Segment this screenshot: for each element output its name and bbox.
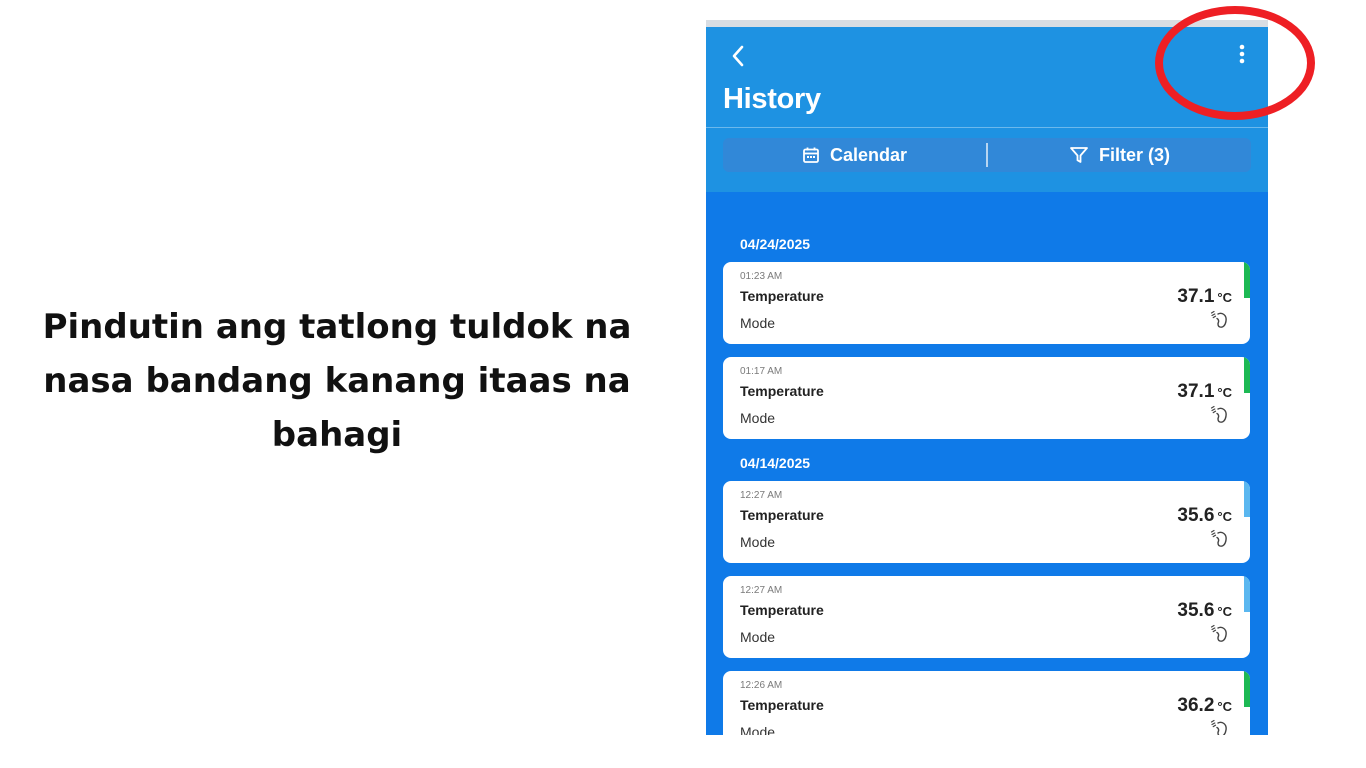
temperature-unit: °C <box>1217 509 1232 524</box>
forehead-icon <box>1210 310 1227 328</box>
status-indicator <box>1244 357 1250 393</box>
history-toolbar: Calendar Filter (3) <box>723 138 1251 172</box>
record-label: Temperature <box>740 697 824 713</box>
app-screen: History Calendar Filter (3) 04/24/2025 0… <box>706 20 1268 735</box>
chevron-left-icon <box>732 45 744 67</box>
date-header: 04/14/2025 <box>740 455 811 471</box>
calendar-icon <box>803 147 819 163</box>
record-mode: Mode <box>740 724 776 735</box>
history-record[interactable]: 01:17 AM Temperature Mode 37.1 °C <box>723 357 1250 439</box>
temperature-unit: °C <box>1217 699 1232 714</box>
record-mode: Mode <box>740 629 776 645</box>
temperature-unit: °C <box>1217 385 1232 400</box>
record-value: 37.1 °C <box>1177 286 1232 308</box>
record-label: Temperature <box>740 507 824 523</box>
history-record[interactable]: 12:26 AM Temperature Mode 36.2 °C <box>723 671 1250 735</box>
record-time: 12:27 AM <box>740 490 783 501</box>
status-indicator <box>1244 671 1250 707</box>
filter-button[interactable]: Filter (3) <box>988 138 1251 172</box>
status-indicator <box>1244 576 1250 612</box>
record-mode: Mode <box>740 534 776 550</box>
record-value: 35.6 °C <box>1177 505 1232 527</box>
record-label: Temperature <box>740 602 824 618</box>
record-time: 01:17 AM <box>740 366 783 377</box>
page-title: History <box>723 83 821 115</box>
back-button[interactable] <box>728 41 752 71</box>
temperature-value: 36.2 <box>1177 695 1215 716</box>
forehead-icon <box>1210 529 1227 547</box>
record-value: 36.2 °C <box>1177 695 1232 717</box>
record-value: 35.6 °C <box>1177 600 1232 622</box>
calendar-label: Calendar <box>829 144 908 165</box>
instruction-text: Pindutin ang tatlong tuldok na nasa band… <box>42 307 632 455</box>
temperature-value: 35.6 <box>1177 505 1215 526</box>
history-record[interactable]: 01:23 AM Temperature Mode 37.1 °C <box>723 262 1250 344</box>
record-time: 12:26 AM <box>740 680 783 691</box>
temperature-value: 37.1 <box>1177 381 1215 402</box>
history-record[interactable]: 12:27 AM Temperature Mode 35.6 °C <box>723 481 1250 563</box>
calendar-button[interactable]: Calendar <box>723 138 986 172</box>
forehead-icon <box>1210 719 1227 735</box>
filter-icon <box>1070 147 1088 163</box>
header-divider <box>706 127 1268 128</box>
temperature-value: 35.6 <box>1177 600 1215 621</box>
filter-label: Filter (3) <box>1098 144 1170 165</box>
record-label: Temperature <box>740 288 824 304</box>
record-time: 01:23 AM <box>740 271 783 282</box>
record-mode: Mode <box>740 410 776 426</box>
highlight-circle <box>1155 6 1315 120</box>
record-label: Temperature <box>740 383 824 399</box>
forehead-icon <box>1210 624 1227 642</box>
forehead-icon <box>1210 405 1227 423</box>
record-value: 37.1 °C <box>1177 381 1232 403</box>
status-indicator <box>1244 262 1250 298</box>
status-indicator <box>1244 481 1250 517</box>
date-header: 04/24/2025 <box>740 236 811 252</box>
temperature-unit: °C <box>1217 290 1232 305</box>
temperature-unit: °C <box>1217 604 1232 619</box>
record-time: 12:27 AM <box>740 585 783 596</box>
record-mode: Mode <box>740 315 776 331</box>
temperature-value: 37.1 <box>1177 286 1215 307</box>
history-record[interactable]: 12:27 AM Temperature Mode 35.6 °C <box>723 576 1250 658</box>
